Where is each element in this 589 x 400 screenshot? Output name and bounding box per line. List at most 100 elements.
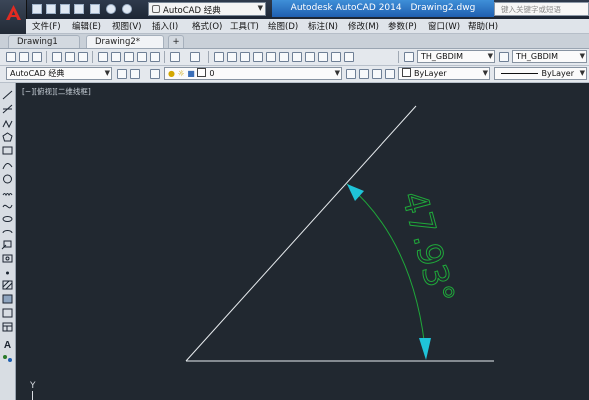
table-tool-icon[interactable] <box>2 322 13 332</box>
undo-icon[interactable] <box>106 4 116 14</box>
line-tool-icon[interactable] <box>2 90 13 100</box>
text-style-icon <box>404 52 414 62</box>
toolbar-separator <box>46 51 47 63</box>
print-icon[interactable] <box>90 4 100 14</box>
ellipse-tool-icon[interactable] <box>2 216 13 222</box>
rectangle-tool-icon[interactable] <box>2 146 13 155</box>
menu-format[interactable]: 格式(O) <box>192 20 222 32</box>
region-tool-icon[interactable] <box>2 308 13 318</box>
layer-dropdown[interactable]: ● ☼ ■ 0 ▼ <box>164 67 342 80</box>
menu-file[interactable]: 文件(F) <box>32 20 61 32</box>
make-block-tool-icon[interactable] <box>2 254 13 263</box>
menu-edit[interactable]: 编辑(E) <box>72 20 101 32</box>
chevron-down-icon: ▼ <box>579 52 585 60</box>
drawing-canvas[interactable]: [−][俯视][二维线框] 47.93° Y <box>16 83 589 400</box>
cut-icon[interactable] <box>98 52 108 62</box>
menu-help[interactable]: 帮助(H) <box>468 20 498 32</box>
hatch-tool-icon[interactable] <box>2 280 13 290</box>
color-dropdown[interactable]: ByLayer ▼ <box>398 67 490 80</box>
menu-tools[interactable]: 工具(T) <box>230 20 259 32</box>
copy-icon[interactable] <box>111 52 121 62</box>
construction-line-tool-icon[interactable] <box>2 104 13 114</box>
markup-icon[interactable] <box>318 52 328 62</box>
save-icon[interactable] <box>32 52 42 62</box>
spline-tool-icon[interactable] <box>2 204 13 209</box>
redo-icon[interactable] <box>122 4 132 14</box>
dim-style-icon <box>499 52 509 62</box>
redo-icon[interactable] <box>190 52 200 62</box>
menu-window[interactable]: 窗口(W) <box>428 20 460 32</box>
arc-tool-icon[interactable] <box>2 163 13 170</box>
print-icon[interactable] <box>52 52 62 62</box>
layers-properties-toolbar: AutoCAD 经典 ▼ ● ☼ ■ 0 ▼ ByLayer ▼ ByLayer … <box>0 66 589 83</box>
block-editor-icon[interactable] <box>150 52 160 62</box>
app-name: Autodesk AutoCAD 2014 <box>290 3 402 13</box>
layer-value: 0 <box>209 69 215 78</box>
circle-tool-icon[interactable] <box>3 174 12 184</box>
menu-insert[interactable]: 插入(I) <box>152 20 178 32</box>
zoom-realtime-icon[interactable] <box>227 52 237 62</box>
layer-properties-icon[interactable] <box>150 69 160 79</box>
linetype-dropdown[interactable]: ByLayer ▼ <box>494 67 587 80</box>
multiline-text-tool-icon[interactable]: A <box>4 340 11 351</box>
print-preview-icon[interactable] <box>65 52 75 62</box>
color-icon[interactable] <box>385 69 395 79</box>
zoom-window-icon[interactable] <box>240 52 250 62</box>
open-file-icon[interactable] <box>46 4 56 14</box>
application-menu-button[interactable] <box>0 0 27 34</box>
text-style-dropdown[interactable]: TH_GBDIM ▼ <box>417 50 495 63</box>
tab-drawing1[interactable]: Drawing1 <box>8 35 80 48</box>
menu-dimension[interactable]: 标注(N) <box>308 20 338 32</box>
chevron-down-icon: ▼ <box>104 69 110 77</box>
dim-style-dropdown[interactable]: TH_GBDIM ▼ <box>512 50 587 63</box>
pan-icon[interactable] <box>214 52 224 62</box>
undo-icon[interactable] <box>170 52 180 62</box>
tab-drawing2[interactable]: Drawing2* <box>86 35 164 48</box>
zoom-previous-icon[interactable] <box>253 52 263 62</box>
paste-icon[interactable] <box>124 52 134 62</box>
polyline-tool-icon[interactable] <box>2 119 13 129</box>
ucs-y-axis-icon <box>32 391 33 400</box>
draw-toolbar: A <box>0 83 16 400</box>
layer-states-icon[interactable] <box>372 69 382 79</box>
workspace-dropdown[interactable]: AutoCAD 经典 ▼ <box>148 2 266 16</box>
add-selected-tool-icon[interactable] <box>3 355 12 362</box>
design-center-icon[interactable] <box>279 52 289 62</box>
workspace-toolbar-dropdown[interactable]: AutoCAD 经典 ▼ <box>6 67 112 80</box>
save-icon[interactable] <box>60 4 70 14</box>
chevron-down-icon: ▼ <box>487 52 493 60</box>
gear-icon <box>152 5 160 13</box>
window-title: Autodesk AutoCAD 2014 Drawing2.dwg <box>272 0 494 17</box>
menu-draw[interactable]: 绘图(D) <box>268 20 298 32</box>
save-as-icon[interactable] <box>74 4 84 14</box>
tool-palettes-icon[interactable] <box>292 52 302 62</box>
menu-parameter[interactable]: 参数(P) <box>388 20 417 32</box>
dimension-arrow-bottom <box>419 338 431 360</box>
insert-block-tool-icon[interactable] <box>1 240 12 250</box>
help-icon[interactable] <box>344 52 354 62</box>
layer-previous-icon[interactable] <box>359 69 369 79</box>
sun-icon: ☼ <box>177 69 185 78</box>
sheet-set-icon[interactable] <box>305 52 315 62</box>
gradient-tool-icon[interactable] <box>2 294 13 304</box>
customize-icon[interactable] <box>130 69 140 79</box>
revision-cloud-tool-icon[interactable] <box>2 193 13 197</box>
match-properties-icon[interactable] <box>137 52 147 62</box>
ellipse-arc-tool-icon[interactable] <box>2 230 13 234</box>
new-tab-button[interactable]: + <box>168 35 184 48</box>
quickcalc-icon[interactable] <box>331 52 341 62</box>
standard-toolbar: TH_GBDIM ▼ TH_GBDIM ▼ <box>0 49 589 66</box>
menu-modify[interactable]: 修改(M) <box>348 20 379 32</box>
point-tool-icon[interactable] <box>6 271 9 275</box>
search-input[interactable]: 键入关键字或短语 <box>494 2 589 16</box>
open-icon[interactable] <box>19 52 29 62</box>
publish-icon[interactable] <box>78 52 88 62</box>
polygon-tool-icon[interactable] <box>2 132 13 142</box>
chevron-down-icon: ▼ <box>257 4 263 12</box>
new-file-icon[interactable] <box>32 4 42 14</box>
new-icon[interactable] <box>6 52 16 62</box>
menu-view[interactable]: 视图(V) <box>112 20 141 32</box>
workspace-settings-icon[interactable] <box>117 69 127 79</box>
make-current-layer-icon[interactable] <box>346 69 356 79</box>
properties-icon[interactable] <box>266 52 276 62</box>
